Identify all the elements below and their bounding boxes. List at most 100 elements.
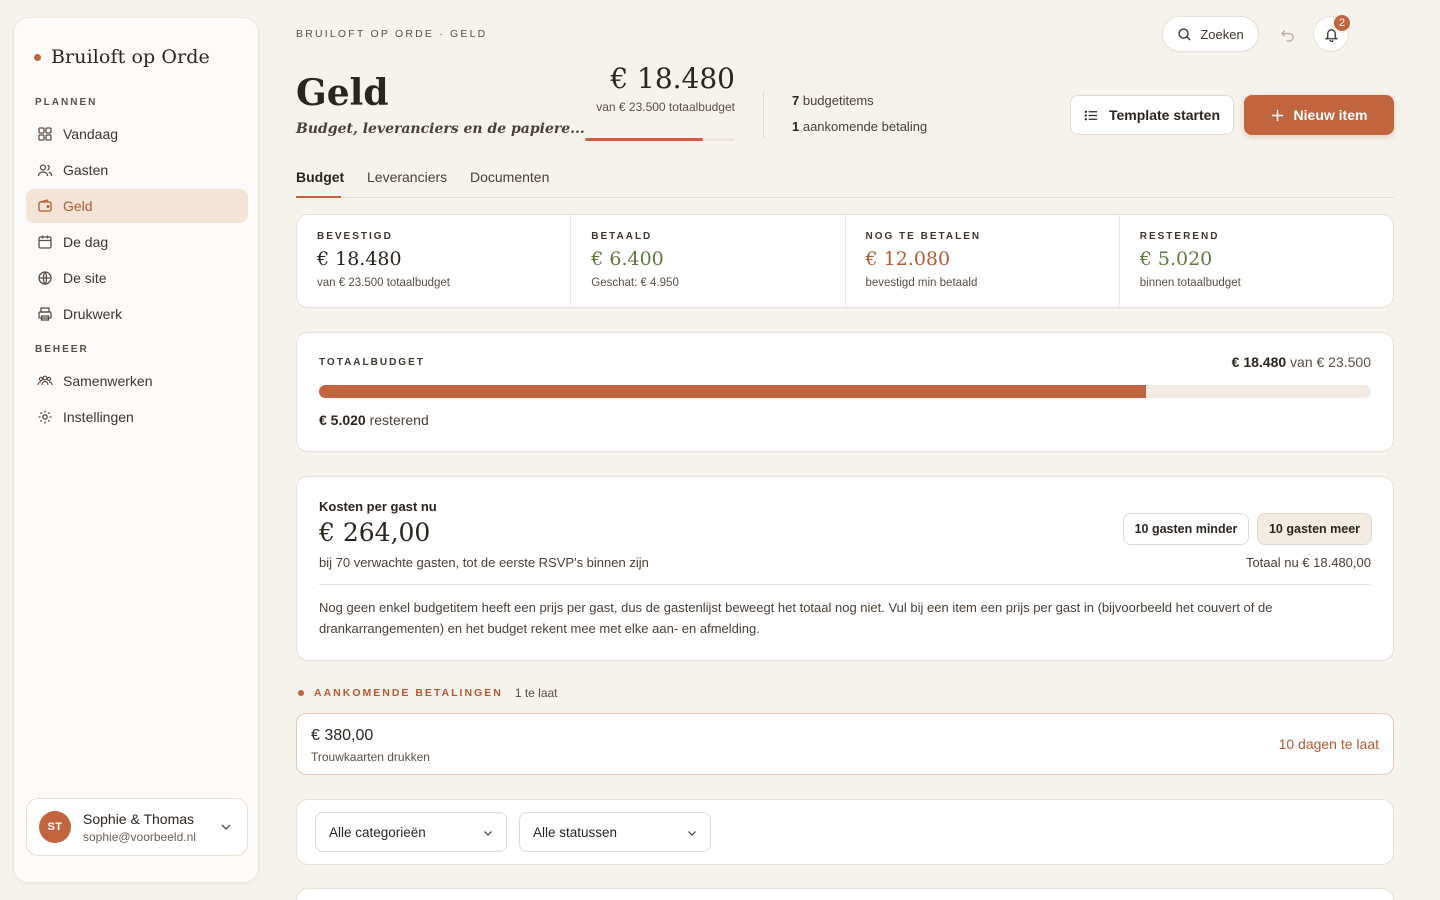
search-icon [1178,27,1191,41]
globe-icon [38,271,52,285]
sidebar-item-samenwerken[interactable]: Samenwerken [26,364,248,398]
undo-icon [1280,29,1294,42]
total-budget-label: TOTAALBUDGET [319,357,425,368]
section-label-manage: BEHEER [35,344,89,355]
sidebar-item-label: Samenwerken [63,373,153,389]
status-filter-value: Alle statussen [533,824,618,840]
stat-text: budgetitems [799,93,874,108]
sidebar-item-instellingen[interactable]: Instellingen [26,400,248,434]
page-subtitle: Budget, leveranciers en de papiere... [296,121,585,137]
tab-documenten[interactable]: Documenten [470,169,549,185]
chevron-down-icon [484,831,492,836]
more-guests-button[interactable]: 10 gasten meer [1257,513,1372,545]
summary-label: BEVESTIGD [317,231,393,242]
tab-budget[interactable]: Budget [296,169,344,185]
upcoming-payments-title: AANKOMENDE BETALINGEN [314,687,503,699]
user-name: Sophie & Thomas [83,810,195,827]
payment-description: Trouwkaarten drukken [311,750,430,764]
fewer-guests-button[interactable]: 10 gasten minder [1123,513,1249,545]
new-item-button[interactable]: Nieuw item [1244,95,1394,135]
total-budget-card: TOTAALBUDGET € 18.480 van € 23.500 € 5.0… [296,332,1394,452]
chevron-down-icon [221,824,231,830]
payment-row[interactable]: € 380,00 Trouwkaarten drukken 10 dagen t… [296,713,1394,775]
printer-icon [38,307,52,321]
calendar-icon [38,235,52,249]
summary-confirmed: BEVESTIGD € 18.480 van € 23.500 totaalbu… [297,215,572,307]
hero-progress-bar [585,138,735,141]
cost-per-guest-amount: € 264,00 [319,518,431,547]
total-budget-progress-fill [319,385,1146,398]
summary-note: Geschat: € 4.950 [591,277,679,289]
sidebar-item-de-dag[interactable]: De dag [26,225,248,259]
sidebar-item-label: De dag [63,234,109,250]
list-icon [1084,110,1098,120]
hero-subtitle: van € 23.500 totaalbudget [596,100,735,114]
summary-value: € 12.080 [865,248,951,270]
status-dot [298,690,304,696]
team-icon [37,375,53,386]
sidebar-item-vandaag[interactable]: Vandaag [26,117,248,151]
stat-upcoming-payments: 1 aankomende betaling [792,119,927,134]
users-icon [37,164,53,177]
sidebar-item-label: Gasten [63,162,109,178]
cost-per-guest-label: Kosten per gast nu [319,499,437,514]
active-tab-indicator [296,196,341,198]
sidebar-item-de-site[interactable]: De site [26,261,248,295]
tab-label: Leveranciers [367,169,448,185]
filter-bar: Alle categorieën Alle statussen [296,799,1394,865]
payment-status: 10 dagen te laat [1278,736,1379,752]
category-filter-select[interactable]: Alle categorieën [315,812,507,852]
sidebar-item-label: Drukwerk [63,306,123,322]
gear-icon [38,410,52,424]
summary-label: NOG TE BETALEN [865,231,982,242]
overdue-count: 1 te laat [514,686,558,700]
sidebar-item-label: Geld [63,198,93,214]
search-button[interactable]: Zoeken [1162,16,1259,52]
sidebar-item-label: De site [63,270,107,286]
tab-leveranciers[interactable]: Leveranciers [367,169,447,185]
remaining-amount: € 5.020 [319,412,366,428]
category-filter-value: Alle categorieën [329,824,426,840]
divider [319,584,1371,585]
brand[interactable]: Bruiloft op Orde [34,46,210,68]
summary-note: binnen totaalbudget [1139,277,1241,289]
stat-text: aankomende betaling [799,119,928,134]
summary-remaining: RESTEREND € 5.020 binnen totaalbudget [1120,215,1393,307]
sidebar-item-label: Vandaag [63,126,119,142]
tab-bar: Budget Leveranciers Documenten [296,160,1394,198]
template-button-label: Template starten [1109,107,1220,123]
summary-value: € 18.480 [317,248,402,270]
wallet-icon [38,199,52,212]
remaining-budget: € 5.020 resterend [319,412,429,428]
summary-label: BETAALD [591,231,653,242]
per-guest-explanation: Nog geen enkel budgetitem heeft een prij… [319,600,1273,636]
sidebar-item-geld[interactable]: Geld [26,189,248,223]
summary-paid: BETAALD € 6.400 Geschat: € 4.950 [571,215,846,307]
cost-per-guest-card: Kosten per gast nu € 264,00 bij 70 verwa… [296,476,1394,661]
budget-of-text: van € 23.500 [1286,354,1371,370]
sidebar-item-drukwerk[interactable]: Drukwerk [26,297,248,331]
chevron-down-icon [688,831,696,836]
summary-label: RESTEREND [1139,231,1220,242]
summary-note: bevestigd min betaald [865,277,978,289]
plus-icon [1271,109,1283,121]
remaining-text: resterend [365,412,429,428]
total-budget-progress [319,385,1371,398]
breadcrumb: BRUILOFT OP ORDE · GELD [296,28,488,40]
payment-amount: € 380,00 [311,727,374,744]
section-label-plan: PLANNEN [35,97,98,108]
template-start-button[interactable]: Template starten [1070,95,1234,135]
tab-label: Documenten [470,169,550,185]
page-title: Geld [296,72,389,114]
grid-icon [38,127,52,141]
new-item-label: Nieuw item [1293,107,1368,123]
sidebar-item-gasten[interactable]: Gasten [26,153,248,187]
undo-button[interactable] [1269,16,1305,52]
status-filter-select[interactable]: Alle statussen [519,812,711,852]
brand-dot [34,53,41,61]
hero-progress-fill [585,138,703,141]
avatar: ST [39,811,71,843]
budget-items-card [296,888,1394,900]
user-menu[interactable]: ST Sophie & Thomas sophie@voorbeeld.nl [26,798,248,856]
spent-amount: € 18.480 [1231,354,1287,370]
